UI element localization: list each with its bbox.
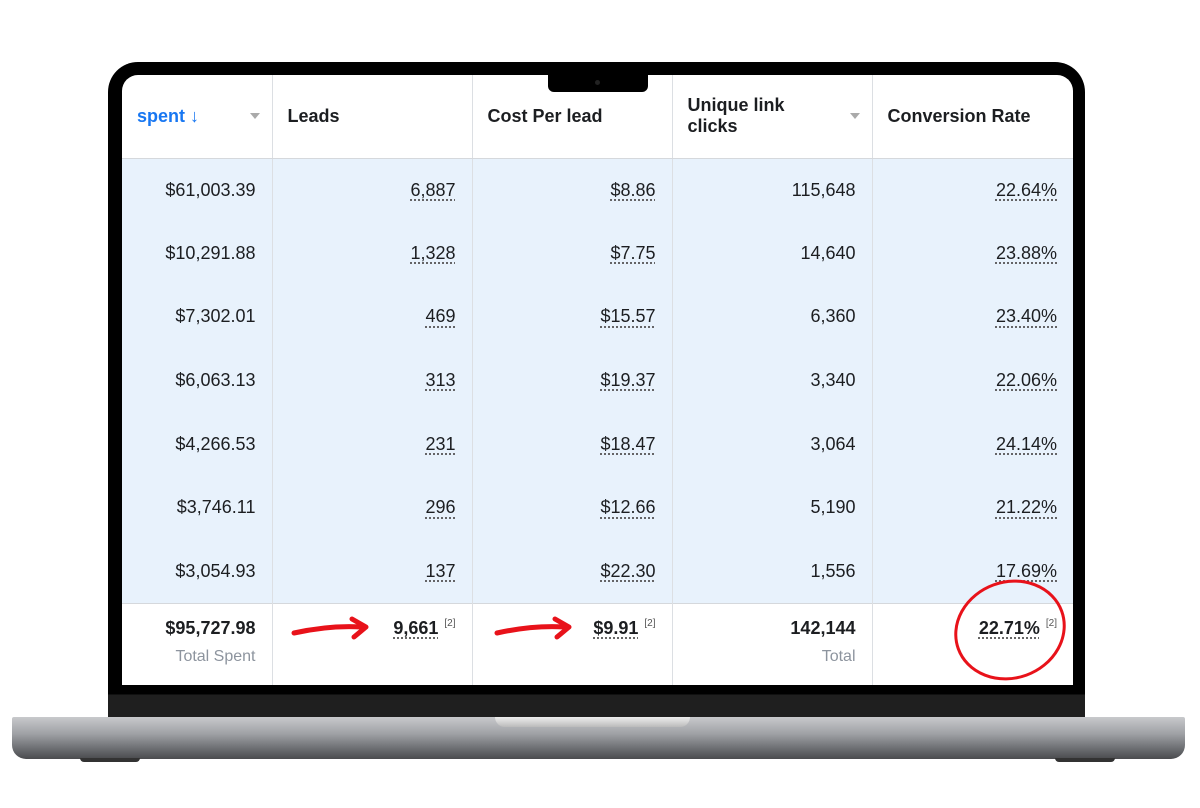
table-row: $3,054.93 137 $22.30 1,556 17.69%: [122, 539, 1073, 604]
cell-value[interactable]: $19.37: [600, 370, 655, 390]
camera-notch: [548, 75, 648, 92]
cell-value[interactable]: 137: [425, 561, 455, 581]
cell-value[interactable]: 22.64%: [996, 180, 1057, 200]
cell-leads: 137: [272, 539, 473, 604]
cell-unique-link-clicks: 1,556: [672, 539, 873, 604]
cell-value[interactable]: 231: [425, 434, 455, 454]
cell-unique-link-clicks: 5,190: [672, 475, 873, 540]
cell-cost-per-lead: $7.75: [472, 221, 673, 286]
cell-leads: 313: [272, 348, 473, 413]
cell-value[interactable]: $18.47: [600, 434, 655, 454]
cell-value[interactable]: 21.22%: [996, 497, 1057, 517]
laptop-chin: [108, 685, 1085, 717]
cell-unique-link-clicks: 115,648: [672, 158, 873, 222]
ads-metrics-table: spent ↓ Leads Cost Per lead Unique link …: [122, 75, 1073, 685]
cell-value[interactable]: 1,328: [410, 243, 455, 263]
column-header-leads[interactable]: Leads: [272, 75, 473, 159]
cell-value[interactable]: 23.88%: [996, 243, 1057, 263]
cell-value: 5,190: [810, 497, 856, 518]
total-leads-cell: 9,661 [2]: [272, 602, 473, 685]
cell-value[interactable]: 6,887: [410, 180, 455, 200]
cell-value: 14,640: [800, 242, 856, 263]
cell-value: 3,340: [810, 370, 856, 391]
chevron-down-icon[interactable]: [249, 113, 260, 119]
table-row: $6,063.13 313 $19.37 3,340 22.06%: [122, 348, 1073, 413]
cell-value: 3,064: [810, 433, 856, 454]
laptop-foot: [80, 758, 140, 762]
table-row: $10,291.88 1,328 $7.75 14,640 23.88%: [122, 221, 1073, 286]
cell-value[interactable]: 23.40%: [996, 306, 1057, 326]
laptop-opening-groove: [495, 717, 690, 727]
cell-value: $6,063.13: [175, 370, 256, 391]
cell-spent: $10,291.88: [122, 221, 273, 286]
chevron-down-icon[interactable]: [849, 113, 860, 119]
table-row: $61,003.39 6,887 $8.86 115,648 22.64%: [122, 158, 1073, 222]
cell-leads: 1,328: [272, 221, 473, 286]
cell-spent: $61,003.39: [122, 158, 273, 222]
cell-value: $61,003.39: [165, 179, 256, 200]
laptop-foot: [1055, 758, 1115, 762]
camera-icon: [595, 80, 600, 85]
table-row: $4,266.53 231 $18.47 3,064 24.14%: [122, 412, 1073, 476]
column-header-spent[interactable]: spent ↓: [122, 75, 273, 159]
cell-conversion-rate: 17.69%: [872, 539, 1073, 604]
cell-value[interactable]: 313: [425, 370, 455, 390]
cell-leads: 231: [272, 412, 473, 476]
cell-spent: $4,266.53: [122, 412, 273, 476]
cell-cost-per-lead: $18.47: [472, 412, 673, 476]
cell-conversion-rate: 24.14%: [872, 412, 1073, 476]
cell-leads: 6,887: [272, 158, 473, 222]
cell-spent: $3,054.93: [122, 539, 273, 604]
cell-conversion-rate: 23.40%: [872, 285, 1073, 349]
total-clicks-cell: 142,144 Total: [672, 602, 873, 685]
cell-cost-per-lead: $22.30: [472, 539, 673, 604]
cell-cost-per-lead: $19.37: [472, 348, 673, 413]
cell-conversion-rate: 22.64%: [872, 158, 1073, 222]
cell-value[interactable]: $15.57: [600, 306, 655, 326]
total-cpl-cell: $9.91 [2]: [472, 602, 673, 685]
laptop-screen: spent ↓ Leads Cost Per lead Unique link …: [122, 75, 1073, 685]
cell-unique-link-clicks: 6,360: [672, 285, 873, 349]
arrow-down-icon: ↓: [185, 105, 200, 126]
cell-cost-per-lead: $8.86: [472, 158, 673, 222]
cell-conversion-rate: 23.88%: [872, 221, 1073, 286]
cell-value: $7,302.01: [175, 306, 256, 327]
cell-value: 6,360: [810, 306, 856, 327]
cell-value: $10,291.88: [165, 242, 256, 263]
cell-spent: $7,302.01: [122, 285, 273, 349]
total-conversion-cell: 22.71% [2]: [872, 602, 1073, 685]
cell-value[interactable]: 17.69%: [996, 561, 1057, 581]
table-row: $7,302.01 469 $15.57 6,360 23.40%: [122, 285, 1073, 349]
cell-leads: 296: [272, 475, 473, 540]
cell-value[interactable]: $22.30: [600, 561, 655, 581]
cell-unique-link-clicks: 3,340: [672, 348, 873, 413]
cell-value[interactable]: $8.86: [610, 180, 655, 200]
cell-value[interactable]: 296: [425, 497, 455, 517]
column-header-unique-link-clicks[interactable]: Unique link clicks: [672, 75, 873, 159]
cell-unique-link-clicks: 3,064: [672, 412, 873, 476]
cell-value: $3,746.11: [176, 497, 256, 518]
cell-value: 1,556: [810, 560, 856, 581]
cell-cost-per-lead: $12.66: [472, 475, 673, 540]
table-row: $3,746.11 296 $12.66 5,190 21.22%: [122, 475, 1073, 540]
cell-cost-per-lead: $15.57: [472, 285, 673, 349]
cell-spent: $6,063.13: [122, 348, 273, 413]
total-spent-cell: $95,727.98 Total Spent: [122, 602, 273, 685]
cell-leads: 469: [272, 285, 473, 349]
cell-spent: $3,746.11: [122, 475, 273, 540]
column-header-conversion-rate[interactable]: Conversion Rate: [872, 75, 1073, 159]
totals-row: $95,727.98 Total Spent 9,661 [2] $9.91 [2] …: [122, 602, 1073, 685]
cell-value[interactable]: 469: [425, 306, 455, 326]
cell-value[interactable]: 22.06%: [996, 370, 1057, 390]
cell-value: $4,266.53: [175, 433, 256, 454]
cell-value[interactable]: 24.14%: [996, 434, 1057, 454]
cell-conversion-rate: 21.22%: [872, 475, 1073, 540]
cell-conversion-rate: 22.06%: [872, 348, 1073, 413]
cell-unique-link-clicks: 14,640: [672, 221, 873, 286]
cell-value[interactable]: $7.75: [610, 243, 655, 263]
cell-value: $3,054.93: [175, 560, 256, 581]
cell-value: 115,648: [791, 179, 856, 200]
cell-value[interactable]: $12.66: [600, 497, 655, 517]
